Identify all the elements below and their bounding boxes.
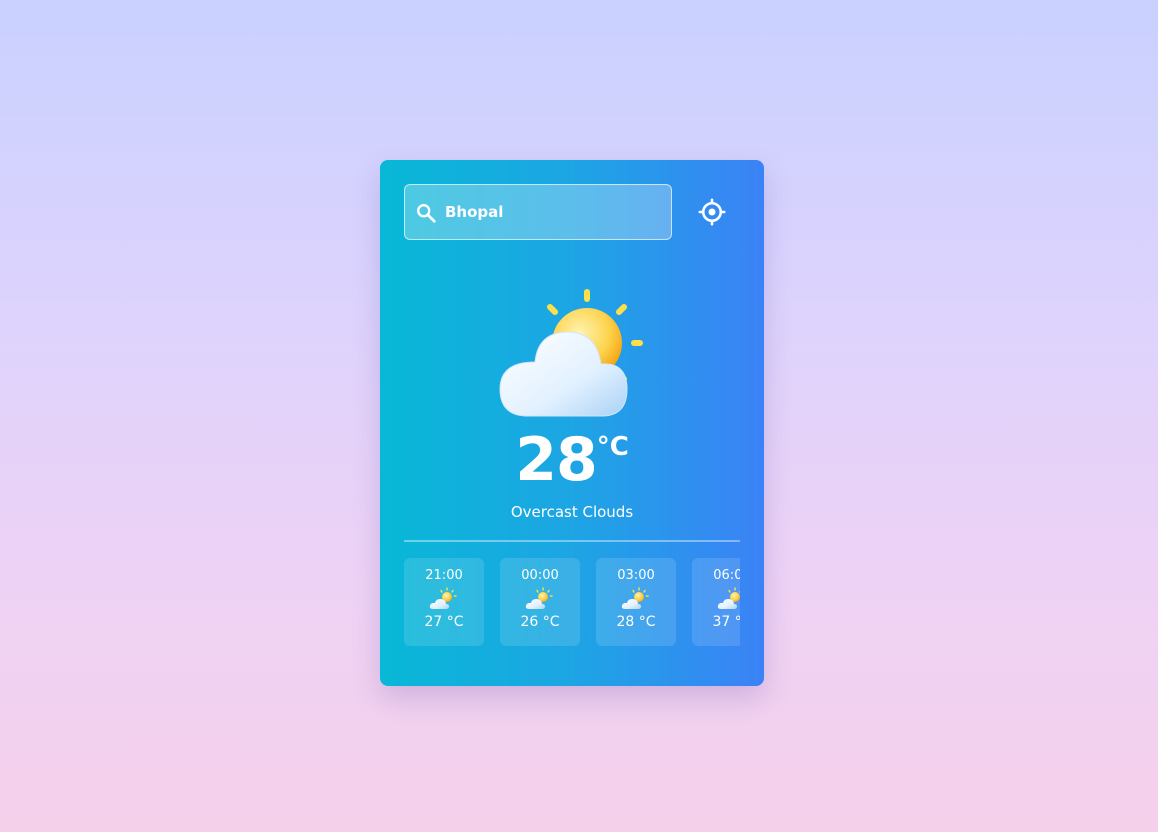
divider [404,540,740,542]
weather-card: 28°C Overcast Clouds 21:00 27 °C 00:00 2… [380,160,764,686]
forecast-item: 06:00 37 °C [692,558,740,646]
forecast-item: 00:00 26 °C [500,558,580,646]
forecast-time: 00:00 [521,568,559,583]
partly-cloudy-icon [499,289,643,417]
search-box[interactable] [404,184,672,240]
forecast-time: 21:00 [425,568,463,583]
forecast-item: 21:00 27 °C [404,558,484,646]
forecast-temp: 27 °C [424,614,464,630]
forecast-time: 06:00 [713,568,740,583]
forecast-time: 03:00 [617,568,655,583]
forecast-temp: 28 °C [616,614,656,630]
temperature-unit: °C [596,432,629,462]
search-input[interactable] [445,185,665,239]
temperature-value: 28 [515,425,597,495]
search-icon [417,204,436,223]
forecast-temp: 37 °C [712,614,740,630]
forecast-item: 03:00 28 °C [596,558,676,646]
hourly-forecast[interactable]: 21:00 27 °C 00:00 26 °C 03:00 28 °C 06:0… [404,558,740,646]
partly-cloudy-icon [524,587,556,611]
weather-condition: Overcast Clouds [510,503,634,521]
crosshair-icon[interactable] [698,198,726,226]
forecast-temp: 26 °C [520,614,560,630]
partly-cloudy-icon [716,587,740,611]
partly-cloudy-icon [620,587,652,611]
temperature-display: 28°C [380,430,764,490]
partly-cloudy-icon [428,587,460,611]
